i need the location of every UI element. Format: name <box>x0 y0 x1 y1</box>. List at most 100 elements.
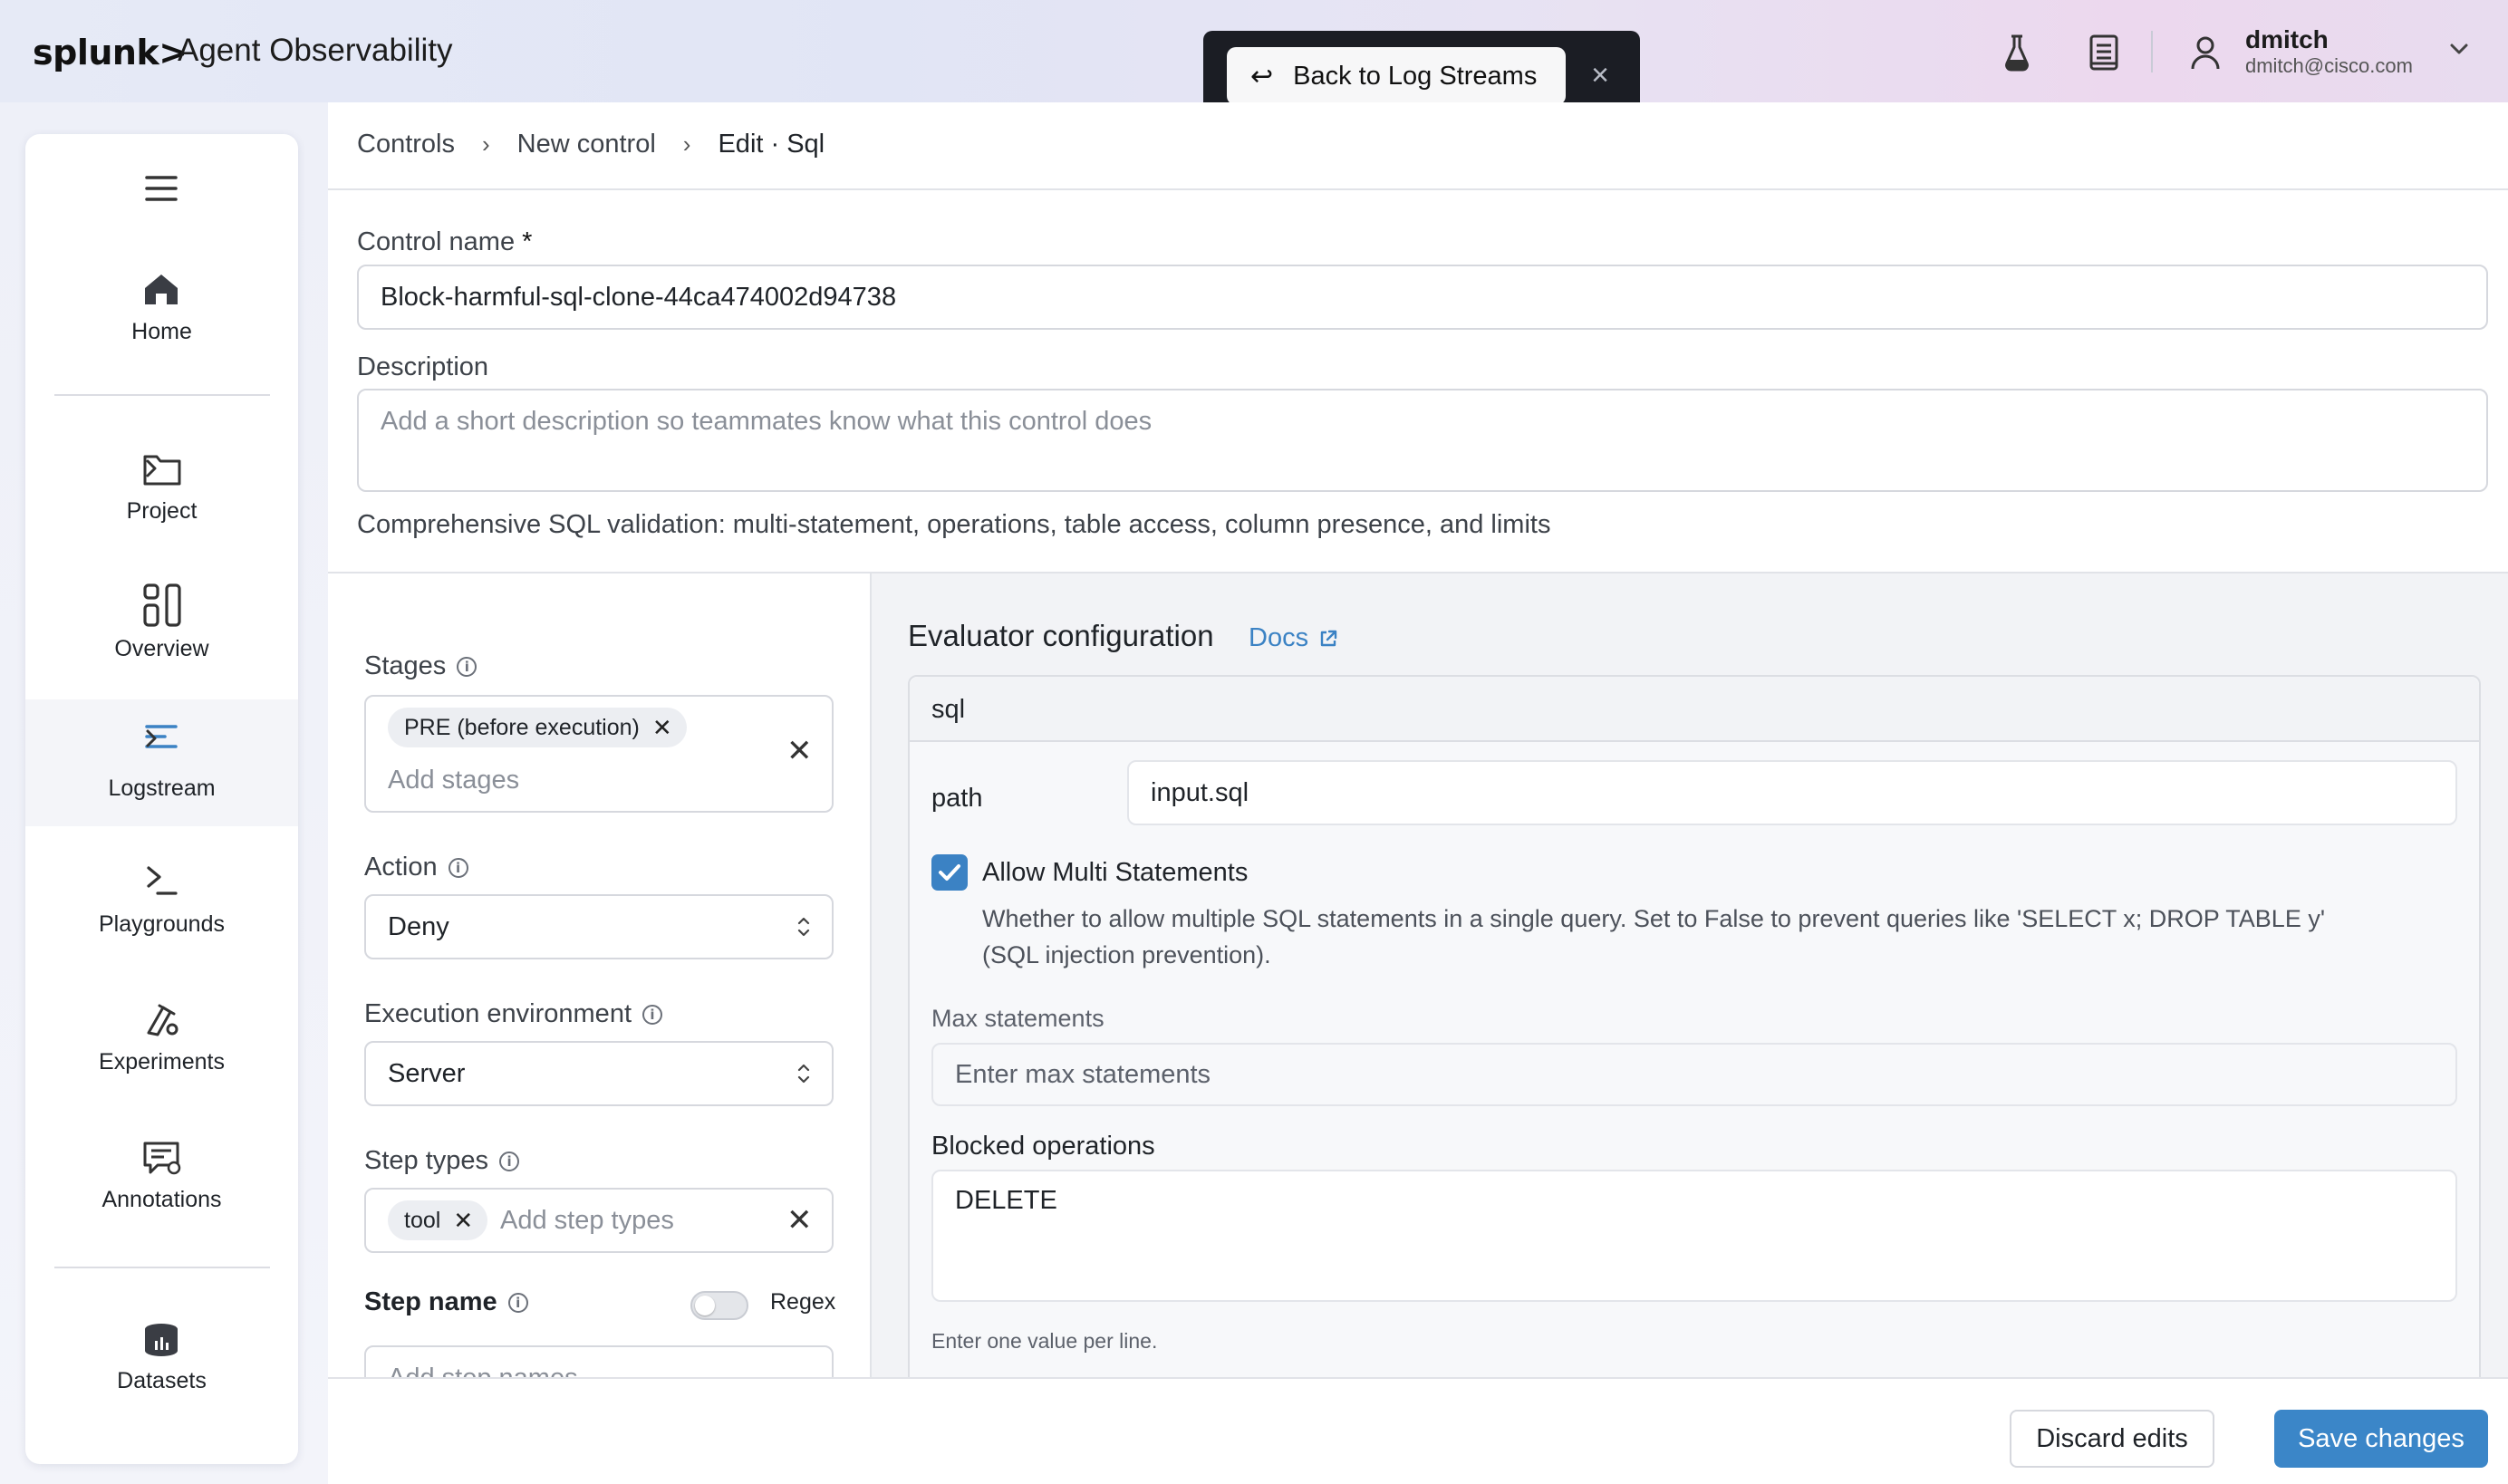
sql-evaluator-card: sql path input.sql Allow Multi Statement… <box>908 675 2481 1484</box>
sidebar-item-experiments[interactable]: Experiments <box>25 995 298 1094</box>
description-label: Description <box>357 352 489 381</box>
overview-icon <box>143 583 181 627</box>
menu-icon[interactable] <box>143 172 179 205</box>
blocked-operations-value: DELETE <box>955 1186 1057 1215</box>
execution-environment-label: Execution environment i <box>364 999 662 1029</box>
breadcrumb-current: Edit · Sql <box>718 130 825 159</box>
sidebar-item-label: Datasets <box>117 1368 207 1393</box>
remove-chip-icon[interactable]: ✕ <box>652 714 672 742</box>
select-updown-icon <box>797 917 810 937</box>
stage-chip: PRE (before execution) ✕ <box>388 708 687 747</box>
evaluator-panel: Evaluator configuration Docs sql path in… <box>872 573 2508 1484</box>
clear-stages-icon[interactable]: ✕ <box>786 733 813 769</box>
step-types-placeholder: Add step types <box>500 1206 674 1235</box>
sidebar-item-label: Home <box>131 319 192 344</box>
description-placeholder: Add a short description so teammates kno… <box>381 407 1153 436</box>
save-changes-button[interactable]: Save changes <box>2274 1410 2488 1468</box>
breadcrumb-new-control[interactable]: New control <box>517 130 656 159</box>
experiments-icon <box>147 1004 178 1036</box>
allow-multi-statements-label: Allow Multi Statements <box>982 858 1249 887</box>
chevron-right-icon[interactable] <box>141 727 161 750</box>
sidebar-item-project[interactable]: Project <box>25 444 298 544</box>
action-value: Deny <box>388 911 449 941</box>
action-select[interactable]: Deny <box>364 894 834 959</box>
sidebar-divider <box>54 394 270 396</box>
stages-label-text: Stages <box>364 651 447 680</box>
close-icon[interactable]: × <box>1580 55 1620 95</box>
sidebar-item-annotations[interactable]: Annotations <box>25 1132 298 1232</box>
select-updown-icon <box>797 1064 810 1084</box>
info-icon[interactable]: i <box>457 656 477 677</box>
chevron-down-icon[interactable] <box>2446 36 2472 62</box>
max-statements-placeholder: Enter max statements <box>955 1059 1211 1089</box>
stages-label: Stages i <box>364 651 477 681</box>
control-name-label: Control name * <box>357 227 532 257</box>
header-divider <box>2151 31 2153 72</box>
discard-edits-button[interactable]: Discard edits <box>2010 1410 2214 1468</box>
description-help-text: Comprehensive SQL validation: multi-stat… <box>357 510 1551 539</box>
control-name-label-text: Control name <box>357 227 516 256</box>
control-config-column: Stages i PRE (before execution) ✕ Add st… <box>328 573 870 1479</box>
clear-step-types-icon[interactable]: ✕ <box>786 1202 813 1238</box>
sidebar-item-logstream[interactable]: Logstream <box>25 699 298 826</box>
sidebar-item-label: Experiments <box>99 1049 225 1074</box>
return-arrow-icon: ↩ <box>1250 61 1274 92</box>
control-name-value: Block-harmful-sql-clone-44ca474002d94738 <box>381 282 897 312</box>
user-name[interactable]: dmitch <box>2245 25 2329 54</box>
remove-chip-icon[interactable]: ✕ <box>453 1207 473 1235</box>
allow-multi-statements-help-2: (SQL injection prevention). <box>982 941 1271 968</box>
annotations-icon <box>143 1142 181 1175</box>
sidebar-item-datasets[interactable]: Datasets <box>25 1314 298 1413</box>
info-icon[interactable]: i <box>642 1004 662 1025</box>
max-statements-label: Max statements <box>931 1005 1104 1032</box>
external-link-icon <box>1320 630 1337 646</box>
control-name-input[interactable]: Block-harmful-sql-clone-44ca474002d94738 <box>357 265 2488 330</box>
step-name-label-text: Step name <box>364 1287 497 1316</box>
breadcrumb-separator: › <box>682 130 691 158</box>
sidebar-item-home[interactable]: Home <box>25 261 298 361</box>
chevron-right-icon[interactable] <box>141 457 161 480</box>
docs-link[interactable]: Docs <box>1249 623 1339 653</box>
stages-multiselect[interactable]: PRE (before execution) ✕ Add stages ✕ <box>364 695 834 813</box>
breadcrumb-controls[interactable]: Controls <box>357 130 455 159</box>
description-textarea[interactable]: Add a short description so teammates kno… <box>357 389 2488 492</box>
back-to-log-streams-button[interactable]: ↩ Back to Log Streams <box>1227 47 1566 105</box>
path-label: path <box>931 784 983 813</box>
sidebar-item-overview[interactable]: Overview <box>25 582 298 681</box>
home-icon <box>145 275 178 304</box>
action-label-text: Action <box>364 853 438 882</box>
step-types-label-text: Step types <box>364 1146 489 1175</box>
execution-environment-select[interactable]: Server <box>364 1041 834 1106</box>
step-types-multiselect[interactable]: tool ✕ Add step types ✕ <box>364 1188 834 1253</box>
step-name-label: Step name i <box>364 1287 528 1317</box>
step-type-chip: tool ✕ <box>388 1200 488 1240</box>
allow-multi-statements-checkbox[interactable] <box>931 854 968 891</box>
app-title: Agent Observability <box>178 33 453 68</box>
required-mark: * <box>522 227 533 256</box>
info-icon[interactable]: i <box>507 1292 528 1313</box>
back-button-label: Back to Log Streams <box>1293 61 1538 91</box>
sidebar: Home Project Overview Logstream Playgrou… <box>25 134 298 1464</box>
regex-toggle[interactable] <box>690 1291 748 1320</box>
user-icon[interactable] <box>2187 33 2223 72</box>
sidebar-item-label: Overview <box>114 636 209 661</box>
user-email: dmitch@cisco.com <box>2245 54 2413 77</box>
flask-icon[interactable] <box>1999 33 2035 72</box>
regex-label: Regex <box>770 1289 836 1315</box>
allow-multi-statements-help: Whether to allow multiple SQL statements… <box>982 905 2325 932</box>
step-types-label: Step types i <box>364 1146 520 1176</box>
sidebar-item-playgrounds[interactable]: Playgrounds <box>25 857 298 957</box>
execution-environment-label-text: Execution environment <box>364 999 632 1028</box>
breadcrumb-separator: › <box>482 130 490 158</box>
sidebar-item-label: Playgrounds <box>99 911 225 937</box>
path-input[interactable]: input.sql <box>1127 760 2457 825</box>
splunk-logo[interactable]: splunk> <box>33 33 188 72</box>
info-icon[interactable]: i <box>448 857 468 878</box>
info-icon[interactable]: i <box>499 1151 520 1171</box>
max-statements-input[interactable]: Enter max statements <box>931 1043 2457 1106</box>
evaluator-title: Evaluator configuration <box>908 619 1214 652</box>
blocked-operations-textarea[interactable]: DELETE <box>931 1170 2457 1302</box>
book-icon[interactable] <box>2086 33 2122 72</box>
sidebar-item-label: Annotations <box>101 1187 222 1212</box>
blocked-operations-label: Blocked operations <box>931 1132 1155 1161</box>
